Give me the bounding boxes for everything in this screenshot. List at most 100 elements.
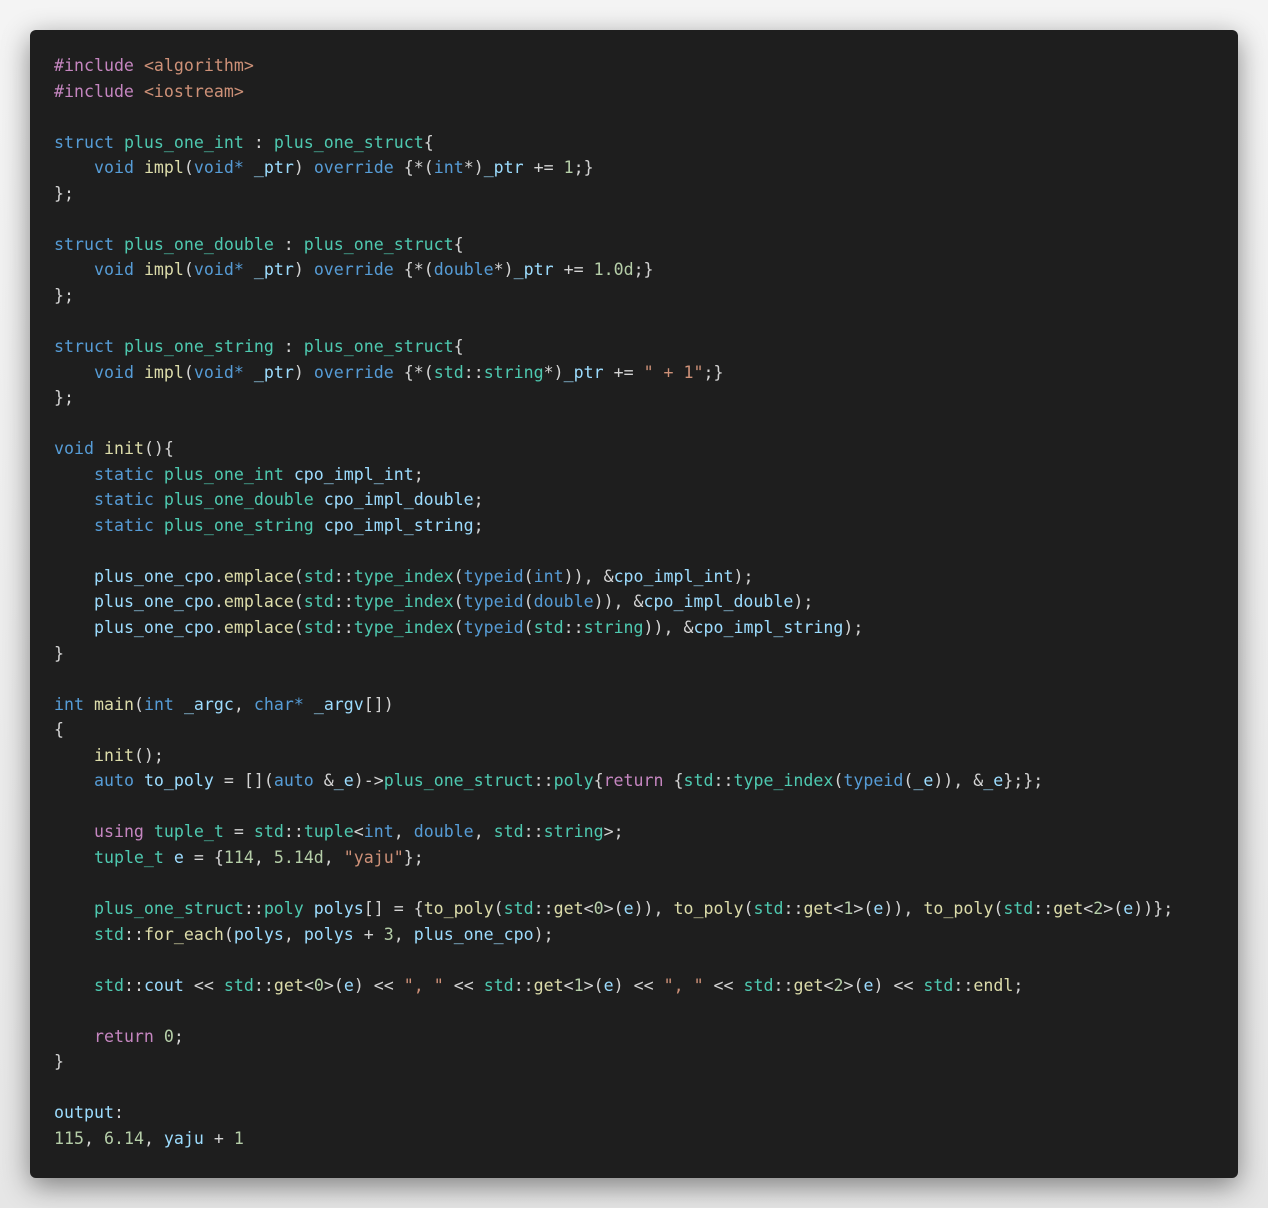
code-token: ( [223,924,234,944]
code-token: std [223,975,254,995]
code-token: init [93,745,134,765]
code-token: 0 [163,1026,174,1046]
code-line: plus_one_cpo.emplace(std::type_index(typ… [54,564,1238,590]
code-token: = [223,822,254,842]
code-token: ( [293,566,304,586]
code-token: std [1003,899,1034,919]
code-token: ( [523,592,534,612]
code-token: e [863,975,874,995]
code-token: plus_one_double [163,490,314,510]
code-token: + [203,1128,234,1148]
code-token: auto [273,771,314,791]
code-token: < [1083,899,1094,919]
code-token: < [353,822,364,842]
code-token: { [453,337,464,357]
code-token: >( [583,975,604,995]
code-token: ) [293,158,314,178]
code-token: }; [54,388,74,408]
code-token: main [93,694,134,714]
code-token: e [603,975,614,995]
code-token: ( [453,618,464,638]
code-token: :: [773,975,794,995]
code-token: ", " [403,975,444,995]
code-token: , [323,847,344,867]
code-token: tuple_t [93,847,164,867]
code-line: 115, 6.14, yaju + 1 [54,1126,1238,1152]
code-token: plus_one_string [123,337,274,357]
code-token: :: [463,362,484,382]
code-token: >( [603,899,624,919]
code-token: & [313,771,334,791]
code-token: (){ [143,439,174,459]
code-token: , [253,847,274,867]
code-token: } [54,643,64,663]
code-line: struct plus_one_int : plus_one_struct{ [54,130,1238,156]
code-token: }; [54,183,74,203]
code-token: } [54,1052,64,1072]
code-token: += [523,158,564,178]
code-token: plus_one_string [163,515,314,535]
code-token: : [113,1103,124,1123]
code-token: plus_one_struct [273,132,424,152]
code-token: []) [363,694,394,714]
code-token: 2 [833,975,844,995]
code-token: ( [493,899,504,919]
code-token: , [143,1128,164,1148]
code-token: type_index [353,592,454,612]
code-token: 0 [593,899,604,919]
code-token: . [213,566,224,586]
code-token: to_poly [423,899,494,919]
code-token: ) [293,260,314,280]
code-line: plus_one_cpo.emplace(std::type_index(typ… [54,615,1238,641]
code-token: < [563,975,574,995]
code-line: }; [54,385,1238,411]
code-token: std [93,924,124,944]
code-line: init(); [54,743,1238,769]
code-line: #include <iostream> [54,79,1238,105]
code-token: ( [903,771,914,791]
code-token: auto [93,771,134,791]
code-token: get [273,975,304,995]
code-token: init [103,439,144,459]
code-token: _e [333,771,354,791]
code-token: e [873,899,884,919]
code-token: = []( [213,771,274,791]
code-line: struct plus_one_string : plus_one_struct… [54,334,1238,360]
code-token: poly [263,899,304,919]
code-token: )-> [353,771,384,791]
code-token: to_poly [143,771,214,791]
code-token: void [54,439,94,459]
code-block: #include <algorithm> #include <iostream> … [54,53,1238,1152]
code-token: ( [183,362,194,382]
code-token: :: [283,822,304,842]
code-token: _ptr [483,158,524,178]
code-token: , [393,822,414,842]
code-token: _ptr [253,158,294,178]
code-token: < [303,975,314,995]
code-token: plus_one_int [123,132,244,152]
code-line: } [54,1049,1238,1075]
code-token: << [443,975,484,995]
code-token: std [303,592,334,612]
code-token: 2 [1093,899,1104,919]
code-token: plus_one_struct [383,771,534,791]
code-token: to_poly [673,899,744,919]
code-token: *) [493,260,514,280]
code-token: override [313,362,394,382]
code-token: *) [543,362,564,382]
code-token: double [413,822,474,842]
code-line: plus_one_cpo.emplace(std::type_index(typ… [54,589,1238,615]
code-token: ))}; [1133,899,1174,919]
code-line: std::for_each(polys, polys + 3, plus_one… [54,922,1238,948]
code-token: std [303,618,334,638]
